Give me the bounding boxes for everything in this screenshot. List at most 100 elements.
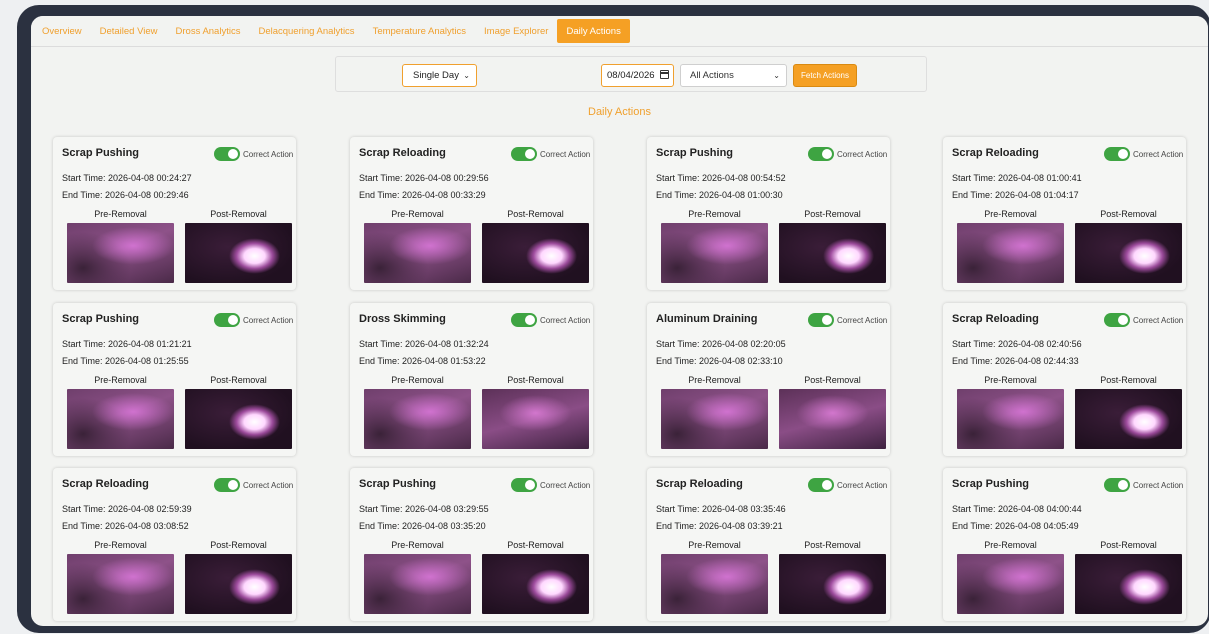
tab-bar: Overview Detailed View Dross Analytics D…	[31, 16, 1208, 47]
end-time: End Time: 2026-04-08 02:33:10	[656, 356, 783, 366]
end-time: End Time: 2026-04-08 01:25:55	[62, 356, 189, 366]
correct-action-toggle[interactable]	[214, 478, 240, 492]
correct-action-toggle[interactable]	[511, 147, 537, 161]
pre-removal-label: Pre-Removal	[688, 209, 741, 219]
end-time: End Time: 2026-04-08 01:53:22	[359, 356, 486, 366]
calendar-icon[interactable]	[660, 70, 669, 79]
pre-removal-image[interactable]	[661, 554, 768, 614]
action-title: Scrap Pushing	[952, 478, 1030, 490]
chevron-down-icon: ⌄	[773, 71, 780, 80]
action-title: Scrap Pushing	[656, 147, 734, 159]
post-removal-image[interactable]	[482, 554, 589, 614]
post-removal-image[interactable]	[1075, 389, 1182, 449]
post-removal-image[interactable]	[185, 554, 292, 614]
action-card: Scrap Pushing Correct Action Start Time: 2…	[350, 468, 593, 621]
correct-action-label: Correct Action	[1133, 481, 1184, 490]
pre-removal-image[interactable]	[364, 554, 471, 614]
start-time: Start Time: 2026-04-08 00:54:52	[656, 173, 786, 183]
action-title: Scrap Pushing	[62, 147, 140, 159]
post-removal-label: Post-Removal	[804, 540, 861, 550]
tab-dross-analytics[interactable]: Dross Analytics	[167, 19, 250, 43]
post-removal-label: Post-Removal	[507, 540, 564, 550]
action-filter-select[interactable]: All Actions ⌄	[680, 64, 787, 87]
pre-removal-label: Pre-Removal	[984, 375, 1037, 385]
correct-action-toggle[interactable]	[214, 313, 240, 327]
mode-select[interactable]: Single Day ⌄	[402, 64, 477, 87]
date-input[interactable]: 08/04/2026	[601, 64, 674, 87]
post-removal-label: Post-Removal	[210, 209, 267, 219]
pre-removal-image[interactable]	[957, 223, 1064, 283]
post-removal-image[interactable]	[482, 223, 589, 283]
fetch-actions-button[interactable]: Fetch Actions	[793, 64, 857, 87]
start-time: Start Time: 2026-04-08 00:29:56	[359, 173, 489, 183]
post-removal-image[interactable]	[482, 389, 589, 449]
correct-action-label: Correct Action	[1133, 150, 1184, 159]
pre-removal-image[interactable]	[67, 389, 174, 449]
end-time: End Time: 2026-04-08 04:05:49	[952, 521, 1079, 531]
tab-image-explorer[interactable]: Image Explorer	[475, 19, 557, 43]
pre-removal-image[interactable]	[957, 389, 1064, 449]
pre-removal-label: Pre-Removal	[94, 375, 147, 385]
page-title: Daily Actions	[588, 106, 651, 118]
tab-detailed-view[interactable]: Detailed View	[91, 19, 167, 43]
correct-action-toggle[interactable]	[808, 478, 834, 492]
correct-action-toggle[interactable]	[1104, 478, 1130, 492]
pre-removal-image[interactable]	[67, 554, 174, 614]
post-removal-image[interactable]	[779, 389, 886, 449]
post-removal-image[interactable]	[779, 223, 886, 283]
pre-removal-image[interactable]	[364, 389, 471, 449]
post-removal-image[interactable]	[185, 223, 292, 283]
date-input-value: 08/04/2026	[607, 70, 655, 81]
post-removal-label: Post-Removal	[1100, 540, 1157, 550]
action-title: Aluminum Draining	[656, 313, 758, 325]
correct-action-toggle[interactable]	[808, 147, 834, 161]
post-removal-image[interactable]	[779, 554, 886, 614]
correct-action-label: Correct Action	[540, 481, 591, 490]
post-removal-label: Post-Removal	[507, 375, 564, 385]
start-time: Start Time: 2026-04-08 04:00:44	[952, 504, 1082, 514]
correct-action-toggle[interactable]	[1104, 147, 1130, 161]
app-screen: Overview Detailed View Dross Analytics D…	[31, 16, 1208, 626]
correct-action-toggle[interactable]	[511, 313, 537, 327]
action-title: Dross Skimming	[359, 313, 446, 325]
action-title: Scrap Reloading	[359, 147, 446, 159]
correct-action-toggle[interactable]	[511, 478, 537, 492]
end-time: End Time: 2026-04-08 03:35:20	[359, 521, 486, 531]
action-card: Scrap Pushing Correct Action Start Time: 2…	[647, 137, 890, 290]
correct-action-toggle[interactable]	[214, 147, 240, 161]
tab-delacquering-analytics[interactable]: Delacquering Analytics	[249, 19, 363, 43]
pre-removal-image[interactable]	[364, 223, 471, 283]
filter-panel: Single Day ⌄ 08/04/2026 All Actions ⌄ Fe…	[335, 56, 927, 92]
end-time: End Time: 2026-04-08 00:29:46	[62, 190, 189, 200]
post-removal-label: Post-Removal	[507, 209, 564, 219]
pre-removal-image[interactable]	[957, 554, 1064, 614]
pre-removal-label: Pre-Removal	[391, 540, 444, 550]
action-title: Scrap Reloading	[656, 478, 743, 490]
start-time: Start Time: 2026-04-08 02:59:39	[62, 504, 192, 514]
correct-action-toggle[interactable]	[1104, 313, 1130, 327]
correct-action-toggle[interactable]	[808, 313, 834, 327]
tab-overview[interactable]: Overview	[33, 19, 91, 43]
pre-removal-label: Pre-Removal	[984, 540, 1037, 550]
tab-temperature-analytics[interactable]: Temperature Analytics	[364, 19, 475, 43]
post-removal-image[interactable]	[185, 389, 292, 449]
pre-removal-image[interactable]	[661, 389, 768, 449]
correct-action-label: Correct Action	[243, 481, 294, 490]
end-time: End Time: 2026-04-08 03:08:52	[62, 521, 189, 531]
start-time: Start Time: 2026-04-08 01:00:41	[952, 173, 1082, 183]
action-card: Scrap Reloading Correct Action Start Time:…	[943, 303, 1186, 456]
post-removal-image[interactable]	[1075, 223, 1182, 283]
pre-removal-label: Pre-Removal	[984, 209, 1037, 219]
tab-daily-actions[interactable]: Daily Actions	[557, 19, 630, 43]
end-time: End Time: 2026-04-08 01:00:30	[656, 190, 783, 200]
start-time: Start Time: 2026-04-08 03:35:46	[656, 504, 786, 514]
pre-removal-label: Pre-Removal	[391, 209, 444, 219]
correct-action-label: Correct Action	[1133, 316, 1184, 325]
pre-removal-label: Pre-Removal	[688, 375, 741, 385]
chevron-down-icon: ⌄	[463, 71, 470, 80]
post-removal-image[interactable]	[1075, 554, 1182, 614]
pre-removal-image[interactable]	[67, 223, 174, 283]
action-card: Scrap Pushing Correct Action Start Time: 2…	[943, 468, 1186, 621]
pre-removal-image[interactable]	[661, 223, 768, 283]
end-time: End Time: 2026-04-08 01:04:17	[952, 190, 1079, 200]
